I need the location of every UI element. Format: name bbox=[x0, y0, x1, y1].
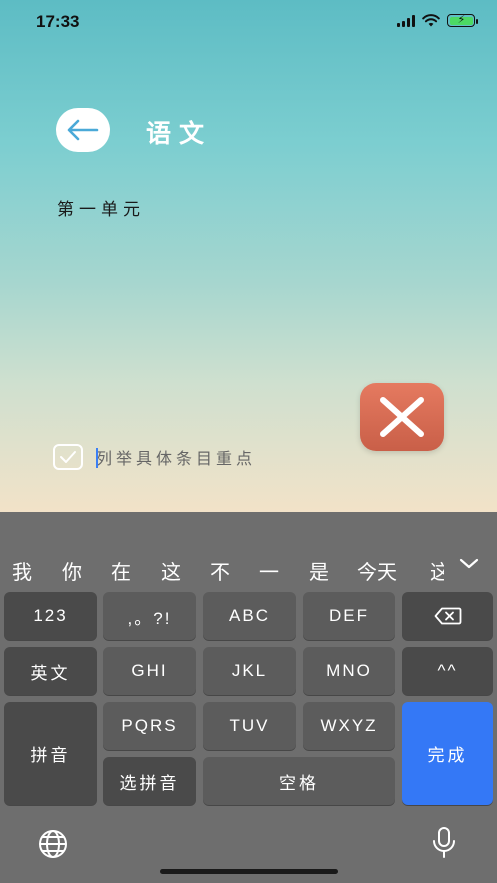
candidate-item[interactable]: 不 bbox=[210, 556, 230, 585]
globe-icon[interactable] bbox=[37, 828, 69, 860]
close-x-icon bbox=[380, 397, 424, 437]
key-select-pinyin[interactable]: 选拼音 bbox=[103, 757, 196, 805]
candidate-item[interactable]: 今天 bbox=[357, 556, 397, 585]
key-emoji[interactable]: ^^ bbox=[402, 647, 493, 695]
signal-icon bbox=[397, 14, 415, 27]
page-title: 语文 bbox=[146, 119, 213, 148]
key-jkl[interactable]: JKL bbox=[203, 647, 296, 695]
key-def[interactable]: DEF bbox=[303, 592, 395, 640]
item-checkbox[interactable] bbox=[53, 444, 83, 470]
candidate-item[interactable]: 一 bbox=[259, 556, 279, 585]
key-select-pinyin-label: 选拼音 bbox=[119, 773, 180, 794]
candidate-item[interactable]: 这 bbox=[430, 556, 444, 585]
chevron-down-icon[interactable] bbox=[455, 554, 483, 574]
backspace-icon bbox=[434, 607, 461, 625]
back-button[interactable] bbox=[56, 108, 110, 152]
text-caret bbox=[96, 448, 98, 468]
key-ghi[interactable]: GHI bbox=[103, 647, 196, 695]
key-english-label: 英文 bbox=[30, 663, 71, 684]
candidate-item[interactable]: 是 bbox=[309, 556, 329, 585]
status-bar: 17:33 ⚡ bbox=[0, 0, 497, 50]
microphone-icon[interactable] bbox=[431, 826, 457, 860]
home-indicator bbox=[160, 869, 338, 874]
key-mno[interactable]: MNO bbox=[303, 647, 395, 695]
candidate-item[interactable]: 你 bbox=[62, 556, 82, 585]
checkmark-icon bbox=[60, 451, 76, 463]
item-input[interactable] bbox=[96, 444, 346, 472]
candidate-item[interactable]: 在 bbox=[111, 556, 131, 585]
candidate-item[interactable]: 我 bbox=[12, 556, 32, 585]
key-pinyin-label: 拼音 bbox=[30, 746, 71, 766]
backspace-button[interactable] bbox=[402, 592, 493, 640]
status-time: 17:33 bbox=[36, 12, 80, 31]
status-icons: ⚡ bbox=[397, 14, 478, 27]
wifi-icon bbox=[422, 14, 440, 27]
key-pinyin[interactable]: 拼音 bbox=[4, 702, 97, 805]
delete-button[interactable] bbox=[360, 383, 444, 451]
keyboard: 我 你 在 这 不 一 是 今天 这 123 ,。?! ABC DEF 英文 G… bbox=[0, 512, 497, 883]
key-123[interactable]: 123 bbox=[4, 592, 97, 640]
key-english[interactable]: 英文 bbox=[4, 647, 97, 695]
key-punctuation[interactable]: ,。?! bbox=[103, 592, 196, 640]
key-tuv[interactable]: TUV bbox=[203, 702, 296, 750]
space-key[interactable]: 空格 bbox=[203, 757, 395, 805]
done-button[interactable]: 完成 bbox=[402, 702, 493, 805]
key-wxyz[interactable]: WXYZ bbox=[303, 702, 395, 750]
key-pqrs[interactable]: PQRS bbox=[103, 702, 196, 750]
section-label: 第一单元 bbox=[57, 200, 145, 220]
app-screen: 17:33 ⚡ 语文 第一单元 bbox=[0, 0, 497, 512]
back-arrow-icon bbox=[67, 119, 99, 141]
space-key-label: 空格 bbox=[279, 773, 319, 794]
done-button-label: 完成 bbox=[427, 746, 468, 766]
key-abc[interactable]: ABC bbox=[203, 592, 296, 640]
candidate-item[interactable]: 这 bbox=[161, 556, 181, 585]
candidate-bar: 我 你 在 这 不 一 是 今天 这 bbox=[0, 512, 497, 592]
battery-icon: ⚡ bbox=[447, 14, 478, 27]
